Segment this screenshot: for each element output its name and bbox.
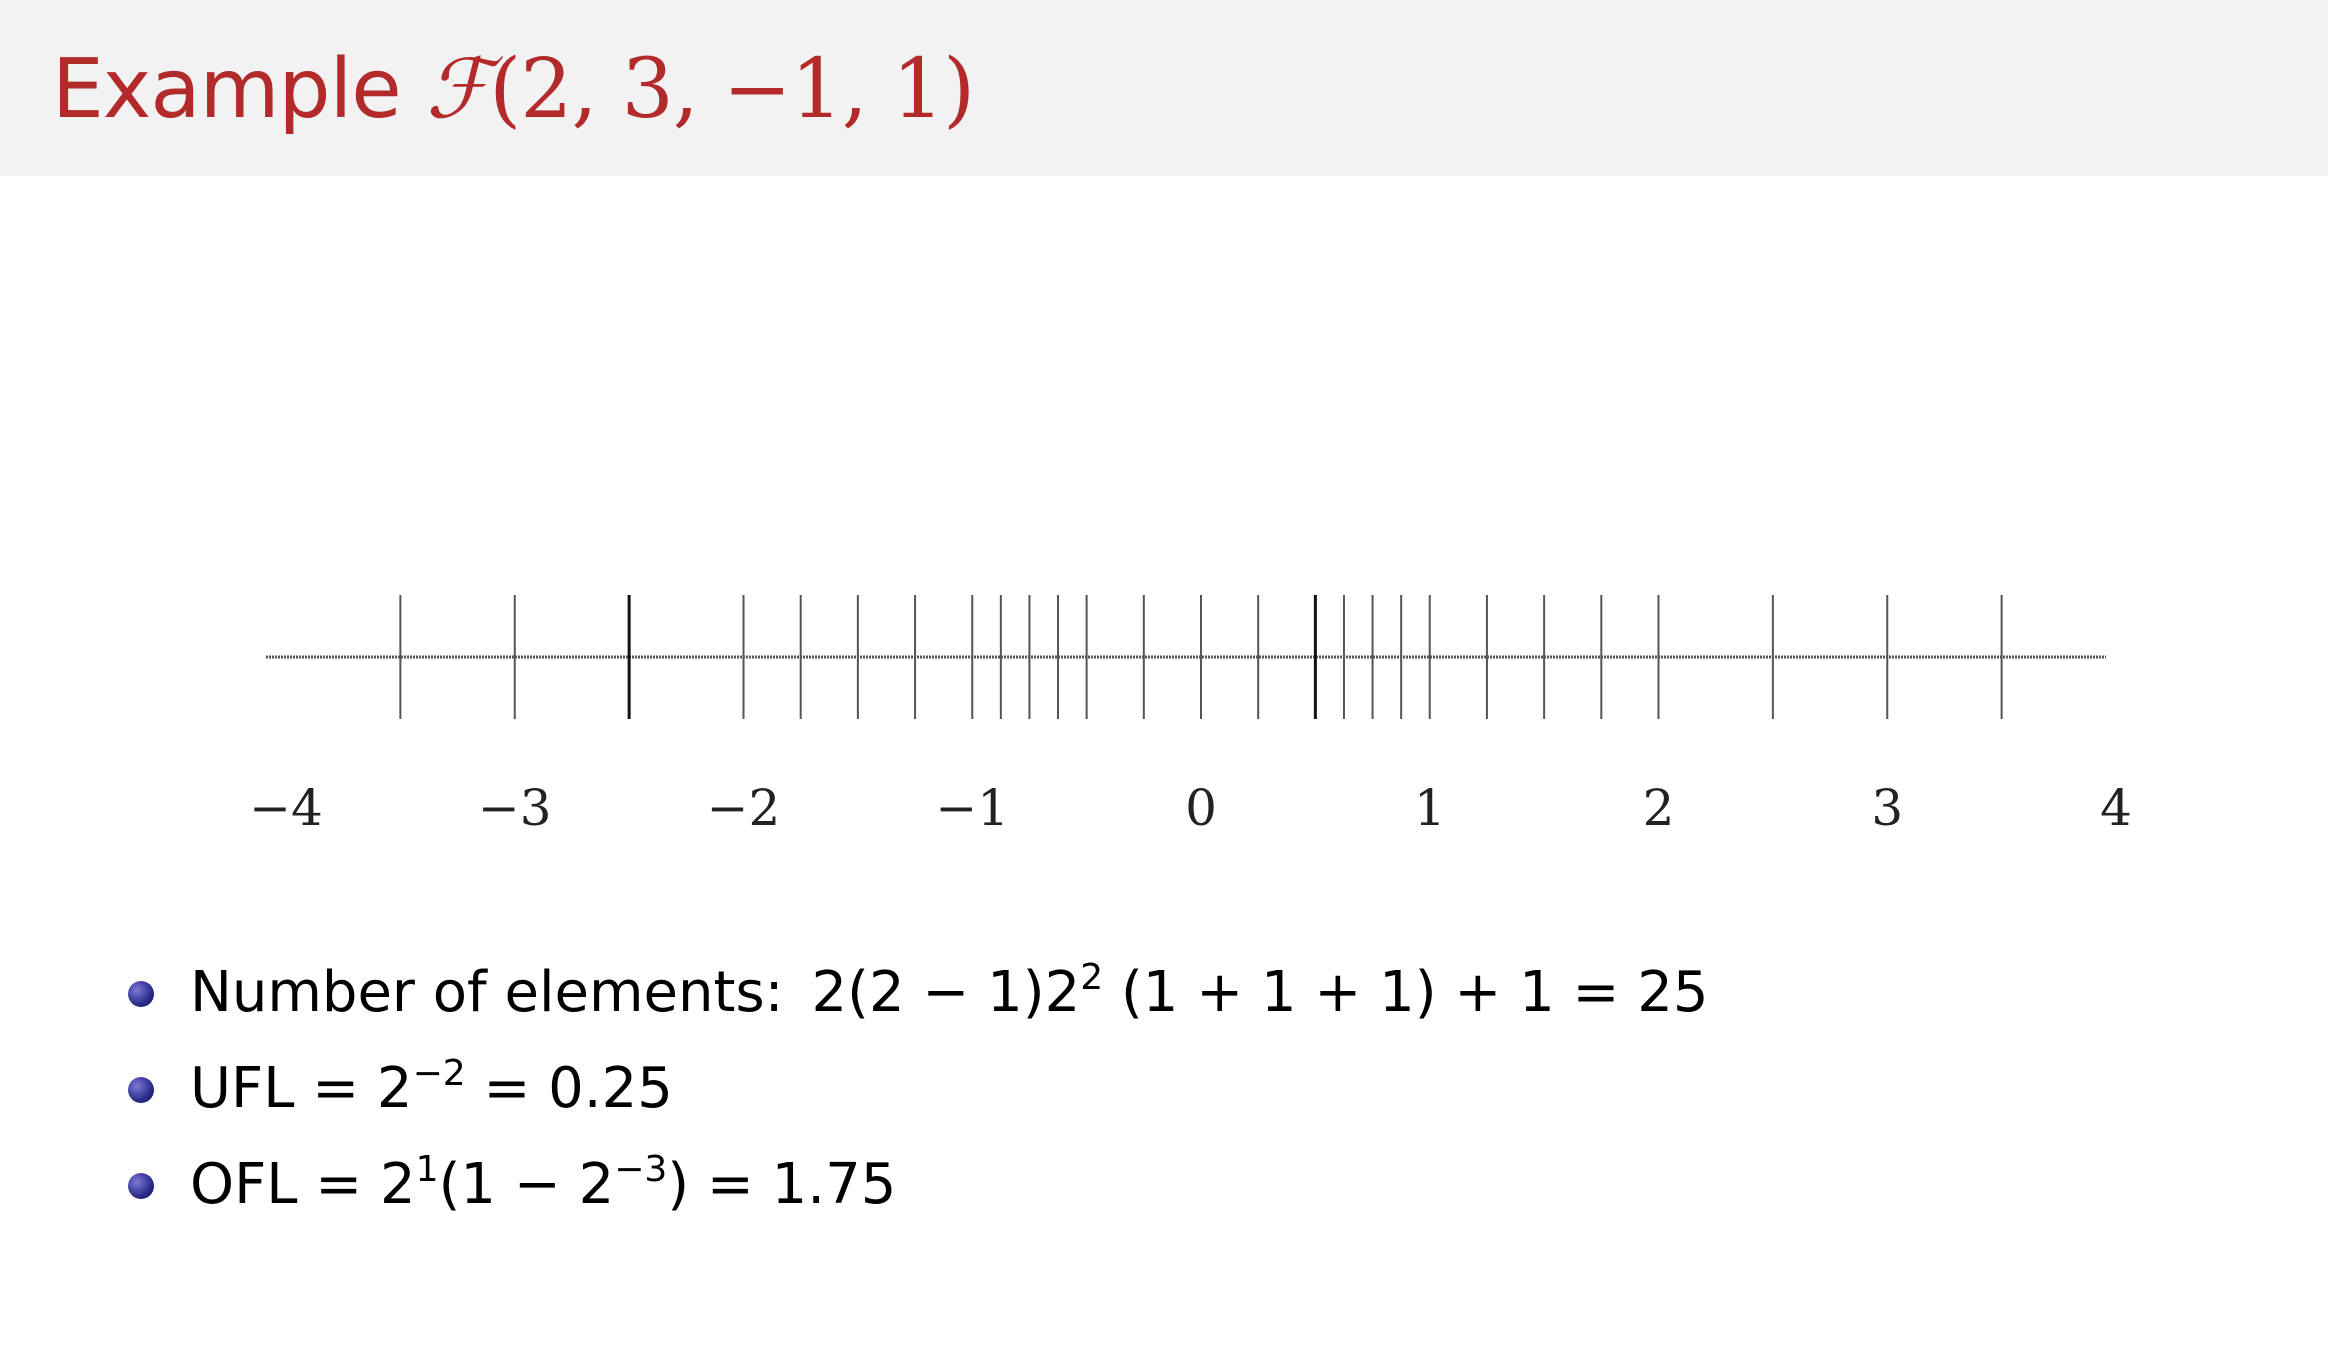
- math-part: (1 + 1 + 1) + 1 = 25: [1103, 960, 1709, 1025]
- tick-label: 3: [1871, 779, 1903, 837]
- math-part: 2(2 − 1)2: [811, 960, 1081, 1025]
- bullet-ufl: UFL = 2−2 = 0.25: [122, 1051, 1709, 1147]
- bullet-list: Number of elements: 2(2 − 1)22 (1 + 1 + 1…: [122, 955, 1709, 1243]
- tick-label: −1: [935, 779, 1009, 837]
- math-part: = 0.25: [465, 1056, 673, 1121]
- math-superscript: 1: [415, 1149, 439, 1190]
- bullet-label: Number of elements:: [190, 960, 784, 1025]
- tick-label: −3: [478, 779, 552, 837]
- bullet-number-of-elements: Number of elements: 2(2 − 1)22 (1 + 1 + 1…: [122, 955, 1709, 1051]
- math-part: (1 − 2: [438, 1152, 615, 1217]
- tick-label: 2: [1643, 779, 1675, 837]
- math-superscript: −2: [412, 1053, 466, 1094]
- math-part: = 2: [294, 1056, 413, 1121]
- tick-label: 1: [1414, 779, 1446, 837]
- title-symbol: ℱ: [425, 42, 490, 137]
- math-part: = 2: [297, 1152, 416, 1217]
- tick-label: −4: [249, 779, 323, 837]
- bullet-math: 2(2 − 1)22 (1 + 1 + 1) + 1 = 25: [811, 957, 1709, 1026]
- bullet-ofl: OFL = 21(1 − 2−3) = 1.75: [122, 1147, 1709, 1243]
- title-bar: Example ℱ(2, 3, −1, 1): [0, 0, 2328, 176]
- title-args: (2, 3, −1, 1): [489, 42, 975, 137]
- math-part: ) = 1.75: [667, 1152, 897, 1217]
- bullet-icon: [128, 981, 154, 1007]
- bullet-icon: [128, 1173, 154, 1199]
- slide-title: Example ℱ(2, 3, −1, 1): [52, 42, 975, 137]
- tick-label: 4: [2100, 779, 2132, 837]
- bullet-label: OFL: [190, 1152, 298, 1217]
- math-superscript: −3: [614, 1149, 668, 1190]
- bullet-math: = 21(1 − 2−3) = 1.75: [297, 1149, 897, 1218]
- bullet-label: UFL: [190, 1056, 295, 1121]
- number-line-chart: −4 −3 −2 −1 0 1 2 3 4: [249, 595, 2132, 837]
- bullet-icon: [128, 1077, 154, 1103]
- tick-label: −2: [707, 779, 781, 837]
- tick-label: 0: [1185, 779, 1217, 837]
- bullet-math: = 2−2 = 0.25: [294, 1053, 673, 1122]
- title-word: Example: [52, 42, 402, 137]
- math-superscript: 2: [1080, 957, 1104, 998]
